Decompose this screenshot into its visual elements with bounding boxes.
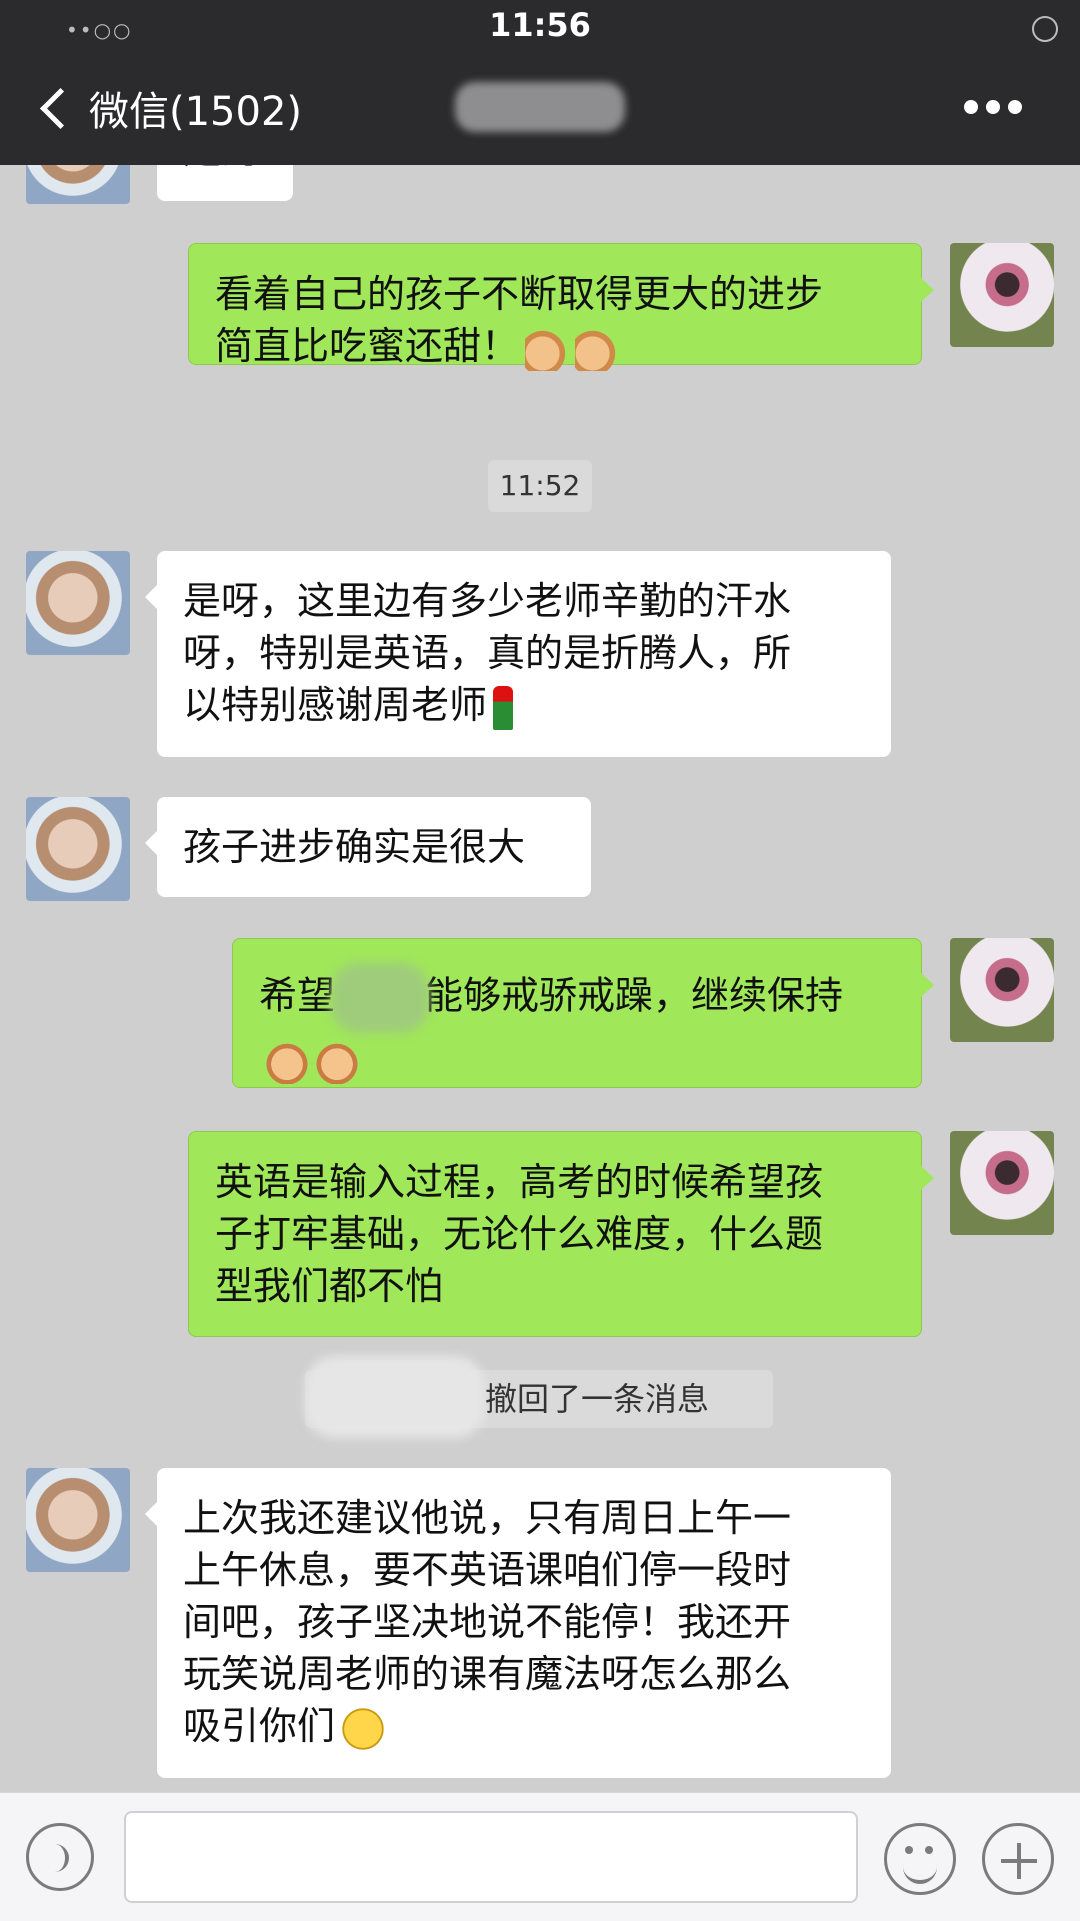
blurred-name bbox=[331, 963, 430, 1033]
grinning-face-icon bbox=[341, 1706, 386, 1751]
avatar[interactable] bbox=[26, 165, 130, 204]
raised-fist-icon bbox=[315, 1039, 359, 1084]
avatar[interactable] bbox=[26, 1468, 130, 1572]
avatar[interactable] bbox=[26, 551, 130, 655]
message-bubble-sent[interactable]: 看着自己的孩子不断取得更大的进步 简直比吃蜜还甜！ bbox=[188, 243, 934, 371]
message-line: 简直比吃蜜还甜！ bbox=[215, 324, 520, 368]
message-input[interactable] bbox=[124, 1811, 858, 1903]
thumbs-up-icon bbox=[575, 326, 620, 371]
message-bubble-sent[interactable]: 英语是输入过程，高考的时候希望孩 子打牢基础，无论什么难度，什么题 型我们都不怕 bbox=[188, 1131, 934, 1337]
message-bubble-sent[interactable]: 希望 能够戒骄戒躁，继续保持 bbox=[232, 938, 934, 1088]
status-time: 11:56 bbox=[489, 6, 591, 44]
battery-icon bbox=[1032, 16, 1058, 42]
top-bar: ••○○ 11:56 微信(1502) bbox=[0, 0, 1080, 165]
message-bubble-received[interactable]: 上次我还建议他说，只有周日上午一 上午休息，要不英语课咱们停一段时 间吧，孩子坚… bbox=[145, 1468, 891, 1778]
back-label: 微信(1502) bbox=[89, 89, 303, 135]
voice-icon bbox=[47, 1844, 69, 1872]
more-actions-button[interactable] bbox=[982, 1823, 1054, 1895]
message-bubble-received[interactable]: 是呀，这里边有多少老师辛勤的汗水 呀，特别是英语，真的是折腾人，所 以特别感谢周… bbox=[145, 551, 891, 757]
voice-input-button[interactable] bbox=[26, 1823, 94, 1891]
chat-area[interactable]: 是的 看着自己的孩子不断取得更大的进步 简直比吃蜜还甜！ 11:52 是呀，这里… bbox=[0, 165, 1080, 1792]
recall-text: 撤回了一条消息 bbox=[485, 1380, 710, 1418]
input-bar bbox=[0, 1792, 1080, 1921]
message-line: 子打牢基础，无论什么难度，什么题 bbox=[215, 1212, 824, 1256]
back-button[interactable]: 微信(1502) bbox=[34, 78, 302, 138]
message-line: 看着自己的孩子不断取得更大的进步 bbox=[215, 272, 824, 316]
more-options-button[interactable] bbox=[964, 100, 1022, 114]
message-text-suffix: 能够戒骄戒躁，继续保持 bbox=[425, 973, 844, 1018]
chevron-left-icon bbox=[39, 87, 82, 129]
message-line: 以特别感谢周老师 bbox=[183, 683, 488, 727]
message-line: 型我们都不怕 bbox=[215, 1264, 444, 1308]
avatar[interactable] bbox=[950, 243, 1054, 347]
blurred-sender-name bbox=[305, 1356, 485, 1438]
raised-fist-icon bbox=[265, 1039, 309, 1084]
message-text: 孩子进步确实是很大 bbox=[183, 825, 526, 869]
message-line: 是呀，这里边有多少老师辛勤的汗水 bbox=[183, 579, 792, 623]
message-line: 玩笑说周老师的课有魔法呀怎么那么 bbox=[183, 1652, 792, 1696]
message-line: 间吧，孩子坚决地说不能停！我还开 bbox=[183, 1600, 792, 1644]
message-line: 英语是输入过程，高考的时候希望孩 bbox=[215, 1160, 824, 1204]
thumbs-up-icon bbox=[525, 326, 570, 371]
message-line: 吸引你们 bbox=[183, 1704, 336, 1748]
blurred-chat-title bbox=[455, 82, 625, 132]
message-line: 上午休息，要不英语课咱们停一段时 bbox=[183, 1548, 792, 1592]
avatar[interactable] bbox=[950, 938, 1054, 1042]
message-text: 是的 bbox=[183, 165, 259, 172]
emoji-button[interactable] bbox=[884, 1823, 956, 1895]
more-dot-icon bbox=[1008, 100, 1022, 114]
recall-notice: 撤回了一条消息 bbox=[305, 1356, 773, 1438]
more-dot-icon bbox=[986, 100, 1000, 114]
message-bubble-received[interactable]: 是的 bbox=[157, 165, 293, 201]
avatar[interactable] bbox=[26, 797, 130, 901]
rose-icon bbox=[493, 685, 514, 730]
message-bubble-received[interactable]: 孩子进步确实是很大 bbox=[145, 797, 591, 897]
avatar[interactable] bbox=[950, 1131, 1054, 1235]
message-text-prefix: 希望 bbox=[259, 973, 336, 1018]
message-line: 呀，特别是英语，真的是折腾人，所 bbox=[183, 631, 792, 675]
timestamp: 11:52 bbox=[488, 460, 592, 512]
more-dot-icon bbox=[964, 100, 978, 114]
message-line: 上次我还建议他说，只有周日上午一 bbox=[183, 1496, 792, 1540]
